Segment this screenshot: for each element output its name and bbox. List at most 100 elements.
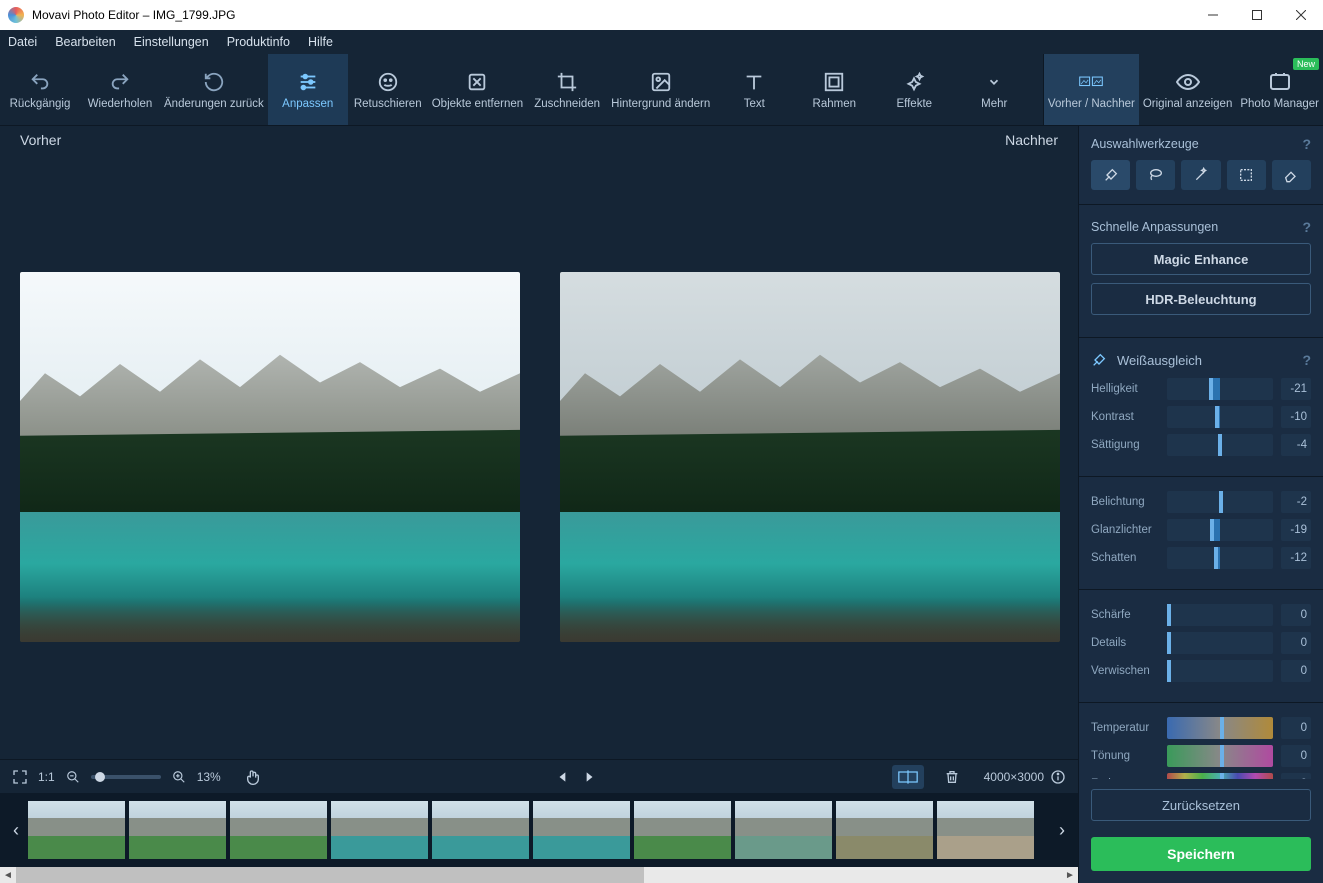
- effects-button[interactable]: Effekte: [874, 54, 954, 125]
- next-image-button[interactable]: [581, 769, 597, 785]
- slider-sättigung[interactable]: Sättigung-4: [1091, 434, 1311, 456]
- slider-details[interactable]: Details0: [1091, 632, 1311, 654]
- menu-file[interactable]: Datei: [8, 35, 37, 49]
- slider-label: Verwischen: [1091, 665, 1159, 677]
- slider-schatten[interactable]: Schatten-12: [1091, 547, 1311, 569]
- save-button[interactable]: Speichern: [1091, 837, 1311, 871]
- compare-view[interactable]: [0, 154, 1078, 759]
- show-original-button[interactable]: Original anzeigen: [1139, 54, 1237, 125]
- slider-track[interactable]: [1167, 632, 1273, 654]
- more-button[interactable]: Mehr: [954, 54, 1034, 125]
- menu-productinfo[interactable]: Produktinfo: [227, 35, 290, 49]
- zoom-out-button[interactable]: [65, 769, 81, 785]
- color-slider-tönung[interactable]: Tönung0: [1091, 745, 1311, 767]
- retouch-icon: [376, 70, 400, 94]
- redo-icon: [108, 70, 132, 94]
- slider-track[interactable]: [1167, 519, 1273, 541]
- thumbnail[interactable]: [634, 801, 731, 859]
- lasso-select-tool[interactable]: [1136, 160, 1175, 190]
- magic-enhance-button[interactable]: Magic Enhance: [1091, 243, 1311, 275]
- help-icon[interactable]: ?: [1302, 219, 1311, 235]
- menu-help[interactable]: Hilfe: [308, 35, 333, 49]
- hdr-button[interactable]: HDR-Beleuchtung: [1091, 283, 1311, 315]
- retouch-button[interactable]: Retuschieren: [348, 54, 428, 125]
- close-button[interactable]: [1279, 0, 1323, 30]
- change-bg-button[interactable]: Hintergrund ändern: [607, 54, 714, 125]
- text-button[interactable]: Text: [714, 54, 794, 125]
- color-slider-temperatur[interactable]: Temperatur0: [1091, 717, 1311, 739]
- image-dimensions: 4000×3000: [984, 770, 1044, 784]
- revert-icon: [202, 70, 226, 94]
- brush-select-tool[interactable]: [1091, 160, 1130, 190]
- eraser-select-tool[interactable]: [1272, 160, 1311, 190]
- slider-track[interactable]: [1167, 491, 1273, 513]
- slider-label: Temperatur: [1091, 722, 1159, 734]
- slider-belichtung[interactable]: Belichtung-2: [1091, 491, 1311, 513]
- menu-edit[interactable]: Bearbeiten: [55, 35, 115, 49]
- frames-button[interactable]: Rahmen: [794, 54, 874, 125]
- fit-screen-button[interactable]: [12, 769, 28, 785]
- filmstrip-next[interactable]: ›: [1050, 800, 1074, 860]
- redo-button[interactable]: Wiederholen: [80, 54, 160, 125]
- thumbnail[interactable]: [432, 801, 529, 859]
- slider-helligkeit[interactable]: Helligkeit-21: [1091, 378, 1311, 400]
- undo-button[interactable]: Rückgängig: [0, 54, 80, 125]
- zoom-slider[interactable]: [91, 775, 161, 779]
- slider-track[interactable]: [1167, 434, 1273, 456]
- scroll-left-icon[interactable]: ◄: [0, 867, 16, 883]
- minimize-button[interactable]: [1191, 0, 1235, 30]
- info-button[interactable]: [1050, 769, 1066, 785]
- compare-toggle-button[interactable]: [892, 765, 924, 789]
- thumbnail[interactable]: [331, 801, 428, 859]
- help-icon[interactable]: ?: [1302, 352, 1311, 368]
- adjust-button[interactable]: Anpassen: [268, 54, 348, 125]
- thumbnail[interactable]: [28, 801, 125, 859]
- ratio-button[interactable]: 1:1: [38, 770, 55, 784]
- slider-verwischen[interactable]: Verwischen 0: [1091, 660, 1311, 682]
- slider-glanzlichter[interactable]: Glanzlichter-19: [1091, 519, 1311, 541]
- prev-image-button[interactable]: [555, 769, 571, 785]
- filmstrip-prev[interactable]: ‹: [4, 800, 28, 860]
- white-balance-label: Weißausgleich: [1117, 353, 1292, 368]
- app-icon: [8, 7, 24, 23]
- crop-button[interactable]: Zuschneiden: [527, 54, 607, 125]
- thumbnail[interactable]: [937, 801, 1034, 859]
- marquee-select-tool[interactable]: [1227, 160, 1266, 190]
- horizontal-scrollbar[interactable]: ◄ ►: [0, 867, 1078, 883]
- slider-track[interactable]: [1167, 406, 1273, 428]
- color-slider-farbton[interactable]: Farbton0: [1091, 773, 1311, 779]
- help-icon[interactable]: ?: [1302, 136, 1311, 152]
- thumbnail[interactable]: [533, 801, 630, 859]
- zoom-in-button[interactable]: [171, 769, 187, 785]
- slider-kontrast[interactable]: Kontrast-10: [1091, 406, 1311, 428]
- slider-track[interactable]: [1167, 604, 1273, 626]
- revert-button[interactable]: Änderungen zurück: [160, 54, 268, 125]
- thumbnail[interactable]: [230, 801, 327, 859]
- slider-schärfe[interactable]: Schärfe0: [1091, 604, 1311, 626]
- slider-track[interactable]: [1167, 547, 1273, 569]
- slider-value: -2: [1281, 491, 1311, 513]
- scroll-right-icon[interactable]: ►: [1062, 867, 1078, 883]
- wand-select-tool[interactable]: [1181, 160, 1220, 190]
- slider-label: Tönung: [1091, 750, 1159, 762]
- before-after-button[interactable]: Vorher / Nachher: [1044, 54, 1139, 125]
- hand-tool-button[interactable]: [245, 769, 261, 785]
- reset-button[interactable]: Zurücksetzen: [1091, 789, 1311, 821]
- thumbnail-container: [28, 801, 1050, 859]
- photo-manager-button[interactable]: NewPhoto Manager: [1236, 54, 1323, 125]
- after-label: Nachher: [1005, 132, 1058, 148]
- color-track[interactable]: [1167, 745, 1273, 767]
- maximize-button[interactable]: [1235, 0, 1279, 30]
- slider-track[interactable]: [1167, 660, 1273, 682]
- menu-settings[interactable]: Einstellungen: [134, 35, 209, 49]
- slider-track[interactable]: [1167, 378, 1273, 400]
- color-track[interactable]: [1167, 773, 1273, 779]
- thumbnail[interactable]: [735, 801, 832, 859]
- thumbnail[interactable]: [129, 801, 226, 859]
- color-track[interactable]: [1167, 717, 1273, 739]
- remove-objects-button[interactable]: Objekte entfernen: [428, 54, 527, 125]
- eyedropper-icon[interactable]: [1091, 352, 1107, 368]
- thumbnail[interactable]: [836, 801, 933, 859]
- delete-button[interactable]: [944, 769, 960, 785]
- slider-value: 0: [1281, 660, 1311, 682]
